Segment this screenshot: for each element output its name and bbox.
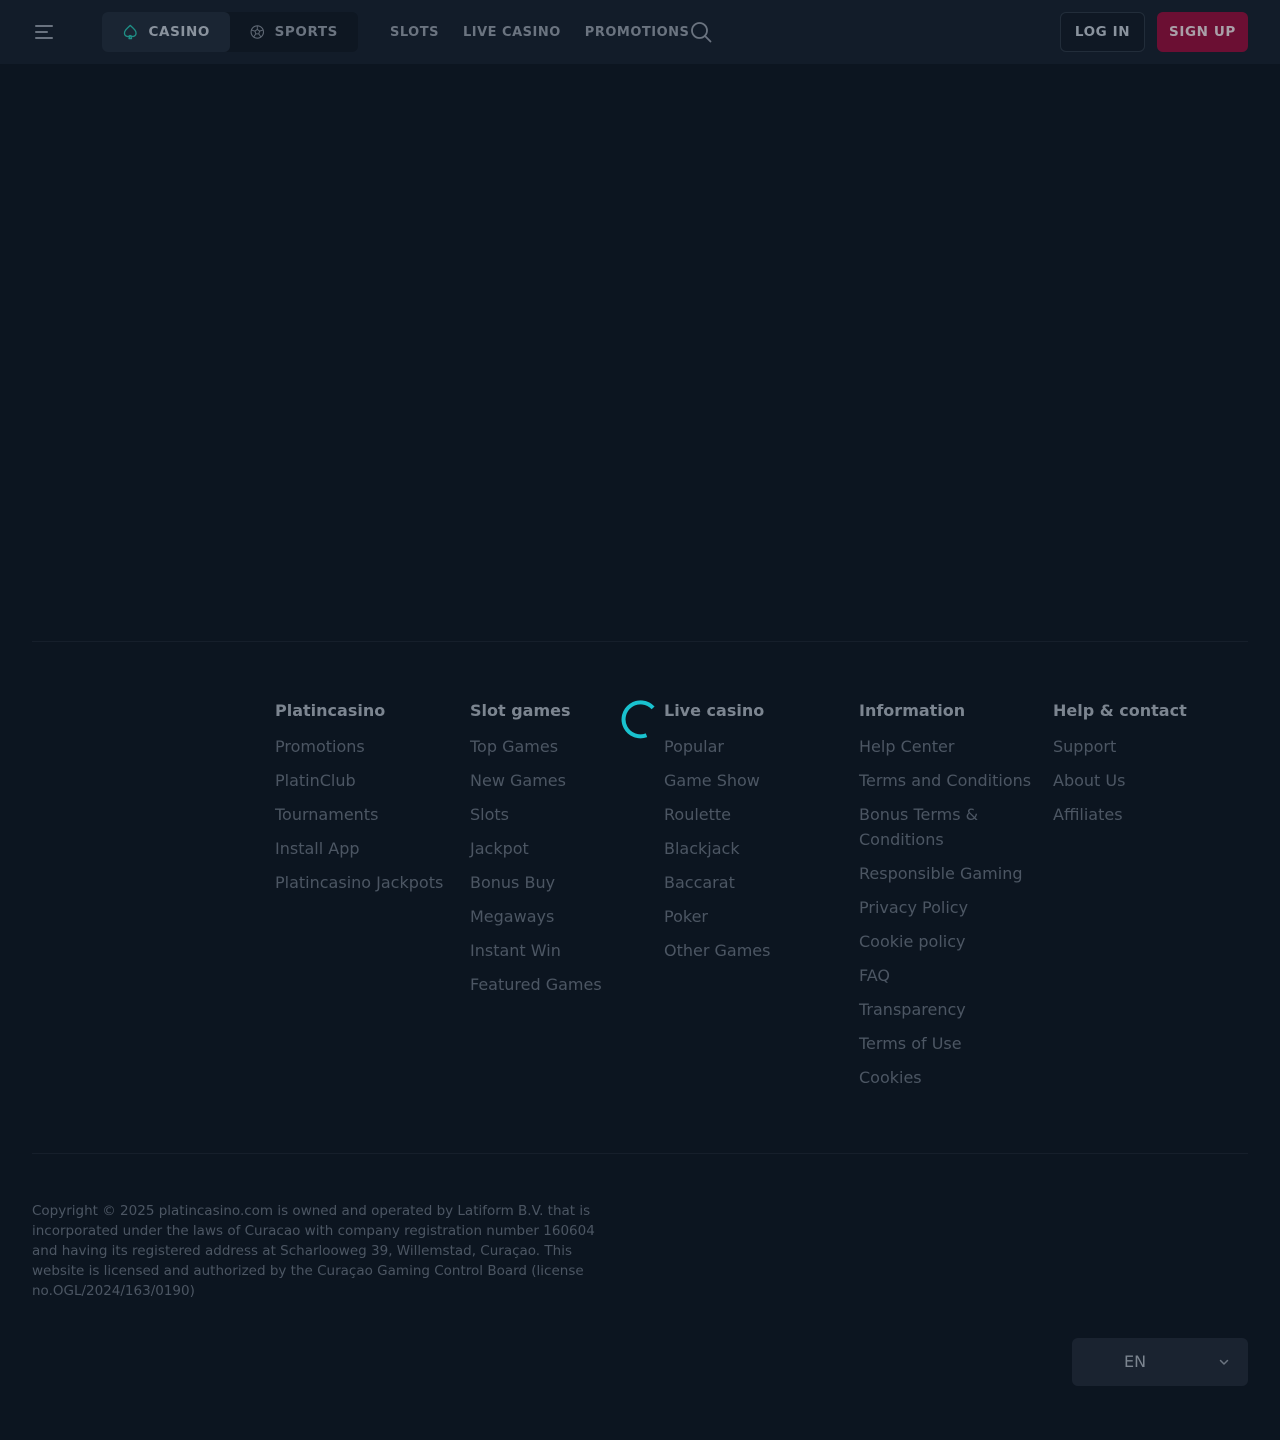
copyright-text: Copyright © 2025 platincasino.com is own…	[32, 1203, 595, 1299]
top-header: CASINO SPORTS SLOTS LIVE CASINO PROMOTIO…	[0, 0, 1280, 64]
footer-column-platincasino: Platincasino Promotions PlatinClub Tourn…	[275, 698, 443, 904]
footer-link[interactable]: Terms and Conditions	[859, 768, 1039, 793]
footer-link[interactable]: Bonus Buy	[470, 870, 602, 895]
footer-column-title: Platincasino	[275, 701, 386, 720]
footer-top-divider	[32, 641, 1248, 642]
footer-link[interactable]: Help Center	[859, 734, 1039, 759]
footer-column-title: Slot games	[470, 701, 571, 720]
footer-link[interactable]: Baccarat	[664, 870, 770, 895]
footer-column-title: Live casino	[664, 701, 765, 720]
footer-link[interactable]: Terms of Use	[859, 1031, 1039, 1056]
footer-link[interactable]: Platincasino Jackpots	[275, 870, 443, 895]
footer-link[interactable]: Top Games	[470, 734, 602, 759]
footer-link[interactable]: FAQ	[859, 963, 1039, 988]
footer-column-live-casino: Live casino Popular Game Show Roulette B…	[664, 698, 770, 972]
footer-link[interactable]: Game Show	[664, 768, 770, 793]
tab-casino[interactable]: CASINO	[102, 12, 230, 52]
nav-live-casino[interactable]: LIVE CASINO	[463, 25, 561, 40]
footer-link[interactable]: New Games	[470, 768, 602, 793]
footer-link[interactable]: Megaways	[470, 904, 602, 929]
footer-link[interactable]: Cookie policy	[859, 929, 1039, 954]
hamburger-menu-icon[interactable]	[32, 22, 56, 42]
footer-link[interactable]: Bonus Terms & Conditions	[859, 802, 1009, 852]
footer-column-title: Help & contact	[1053, 701, 1187, 720]
footer-link[interactable]: Other Games	[664, 938, 770, 963]
main-nav: SLOTS LIVE CASINO PROMOTIONS	[390, 0, 689, 64]
footer-link[interactable]: Responsible Gaming	[859, 861, 1039, 886]
footer-link[interactable]: Tournaments	[275, 802, 443, 827]
tab-sports-label: SPORTS	[274, 24, 338, 40]
footer-link[interactable]: PlatinClub	[275, 768, 443, 793]
footer-column-help-contact: Help & contact Support About Us Affiliat…	[1053, 698, 1187, 836]
language-selector[interactable]: EN	[1072, 1338, 1248, 1386]
search-icon[interactable]	[689, 20, 713, 44]
footer-link[interactable]: Jackpot	[470, 836, 602, 861]
footer-link[interactable]: Blackjack	[664, 836, 770, 861]
footer-link[interactable]: Affiliates	[1053, 802, 1187, 827]
footer-link[interactable]: About Us	[1053, 768, 1187, 793]
footer-link[interactable]: Poker	[664, 904, 770, 929]
product-switch: CASINO SPORTS	[102, 12, 358, 52]
footer-link[interactable]: Instant Win	[470, 938, 602, 963]
footer-link[interactable]: Cookies	[859, 1065, 1039, 1090]
tab-sports[interactable]: SPORTS	[230, 12, 358, 52]
login-button[interactable]: LOG IN	[1060, 12, 1145, 52]
soccer-ball-icon	[250, 25, 265, 39]
footer-link[interactable]: Transparency	[859, 997, 1039, 1022]
chevron-down-icon	[1219, 1359, 1229, 1365]
footer-link[interactable]: Popular	[664, 734, 770, 759]
footer-column-title: Information	[859, 701, 966, 720]
nav-slots[interactable]: SLOTS	[390, 25, 439, 40]
footer-link[interactable]: Featured Games	[470, 972, 602, 997]
footer-link[interactable]: Roulette	[664, 802, 770, 827]
footer-column-slot-games: Slot games Top Games New Games Slots Jac…	[470, 698, 602, 1006]
loading-spinner-icon	[621, 700, 655, 739]
footer-link[interactable]: Slots	[470, 802, 602, 827]
nav-promotions[interactable]: PROMOTIONS	[585, 25, 690, 40]
footer-link[interactable]: Install App	[275, 836, 443, 861]
language-selector-label: EN	[1124, 1352, 1147, 1371]
footer-link[interactable]: Privacy Policy	[859, 895, 1039, 920]
footer-column-information: Information Help Center Terms and Condit…	[859, 698, 1039, 1099]
footer-bottom-divider	[32, 1153, 1248, 1154]
signup-button[interactable]: SIGN UP	[1157, 12, 1248, 52]
footer-link[interactable]: Support	[1053, 734, 1187, 759]
tab-casino-label: CASINO	[148, 24, 210, 40]
footer-link[interactable]: Promotions	[275, 734, 443, 759]
spade-icon	[123, 24, 137, 40]
